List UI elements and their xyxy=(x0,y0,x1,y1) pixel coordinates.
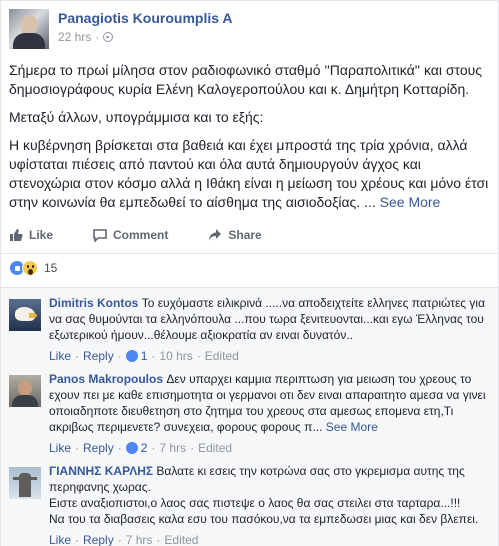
commenter-avatar[interactable] xyxy=(9,467,41,499)
share-icon xyxy=(209,229,222,241)
post-time[interactable]: 22 hrs xyxy=(58,29,91,45)
comment-edited[interactable]: Edited xyxy=(205,348,239,364)
like-button[interactable]: Like xyxy=(9,228,53,242)
post-paragraph-3: Η κυβέρνηση βρίσκεται στα βαθειά και έχε… xyxy=(9,136,493,212)
post-header: Panagiotis Kouroumplis A 22 hrs · xyxy=(9,9,233,49)
like-label: Like xyxy=(29,228,54,242)
reactions-summary[interactable]: 15 xyxy=(9,260,57,276)
comment-time[interactable]: 7 hrs xyxy=(159,440,186,456)
comment-content: Dimitris Kontos Το ευχόμαστε ειλικρινά .… xyxy=(49,295,491,343)
comment-footer: Like · Reply · 7 hrs · Edited xyxy=(49,532,199,546)
author-avatar[interactable] xyxy=(9,9,49,49)
see-more-link[interactable]: See More xyxy=(380,194,441,210)
comment-like-link[interactable]: Like xyxy=(49,348,71,364)
comment-edited[interactable]: Edited xyxy=(164,532,198,546)
comment-like-count[interactable]: 1 xyxy=(141,348,148,364)
divider xyxy=(1,253,498,254)
comment-item: Dimitris Kontos Το ευχόμαστε ειλικρινά .… xyxy=(9,295,491,364)
commenter-name[interactable]: Panos Makropoulos xyxy=(49,372,163,386)
comment-like-link[interactable]: Like xyxy=(49,532,71,546)
comment-time[interactable]: 7 hrs xyxy=(126,532,153,546)
comment-footer: Like · Reply · 1 · 10 hrs · Edited xyxy=(49,348,239,364)
commenter-name[interactable]: Dimitris Kontos xyxy=(49,296,138,310)
comment-label: Comment xyxy=(113,228,169,242)
like-reaction-icon xyxy=(125,350,138,362)
post-paragraph-1: Σήμερα το πρωί μίλησα στον ραδιοφωνικό σ… xyxy=(9,62,483,97)
comment-icon xyxy=(93,229,107,242)
commenter-avatar[interactable] xyxy=(9,375,41,407)
wow-reaction-icon xyxy=(22,260,38,276)
share-button[interactable]: Share xyxy=(208,228,262,242)
comment-item: ΓΙΑΝΝΗΣ ΚΑΡΛΗΣ Βαλατε κι εσεις την κοτρώ… xyxy=(9,463,491,546)
commenter-avatar[interactable] xyxy=(9,299,41,331)
thumbs-up-icon xyxy=(10,229,23,241)
comment-text-line-3: Να του τα διαβασεις καλα εσυ του πασόκου… xyxy=(49,512,479,526)
post-card: Panagiotis Kouroumplis A 22 hrs · Σήμερα… xyxy=(0,0,499,546)
comment-reply-link[interactable]: Reply xyxy=(83,532,114,546)
comment-button[interactable]: Comment xyxy=(93,228,168,242)
like-reaction-icon xyxy=(125,442,138,454)
commenter-name[interactable]: ΓΙΑΝΝΗΣ ΚΑΡΛΗΣ xyxy=(49,464,153,478)
comment-text-line-2: Ειστε αναξιοπιστοι,ο λαος σας πιστεψε ο … xyxy=(49,496,461,510)
comment-time[interactable]: 10 hrs xyxy=(159,348,192,364)
comment-like-link[interactable]: Like xyxy=(49,440,71,456)
comment-item: Panos Makropoulos Δεν υπαρχει καμμια περ… xyxy=(9,371,491,456)
comment-reply-link[interactable]: Reply xyxy=(83,348,114,364)
comment-reply-link[interactable]: Reply xyxy=(83,440,114,456)
comment-content: ΓΙΑΝΝΗΣ ΚΑΡΛΗΣ Βαλατε κι εσεις την κοτρώ… xyxy=(49,463,491,495)
author-name[interactable]: Panagiotis Kouroumplis A xyxy=(58,9,233,27)
comment-like-count[interactable]: 2 xyxy=(141,440,148,456)
comment-edited[interactable]: Edited xyxy=(198,440,232,456)
post-paragraph-2: Μεταξύ άλλων, υπογράμμισα και το εξής: xyxy=(9,109,264,125)
post-text: Σήμερα το πρωί μίλησα στον ραδιοφωνικό σ… xyxy=(9,61,493,221)
post-meta: 22 hrs · xyxy=(58,29,233,45)
meta-dot: · xyxy=(95,30,100,44)
post-actions: Like Comment Share xyxy=(9,223,492,247)
share-label: Share xyxy=(228,228,262,242)
comment-footer: Like · Reply · 2 · 7 hrs · Edited xyxy=(49,440,233,456)
comment-content: Panos Makropoulos Δεν υπαρχει καμμια περ… xyxy=(49,371,491,435)
comment-see-more-link[interactable]: See More xyxy=(326,420,378,434)
reaction-count[interactable]: 15 xyxy=(44,261,57,275)
globe-icon[interactable] xyxy=(103,32,114,42)
